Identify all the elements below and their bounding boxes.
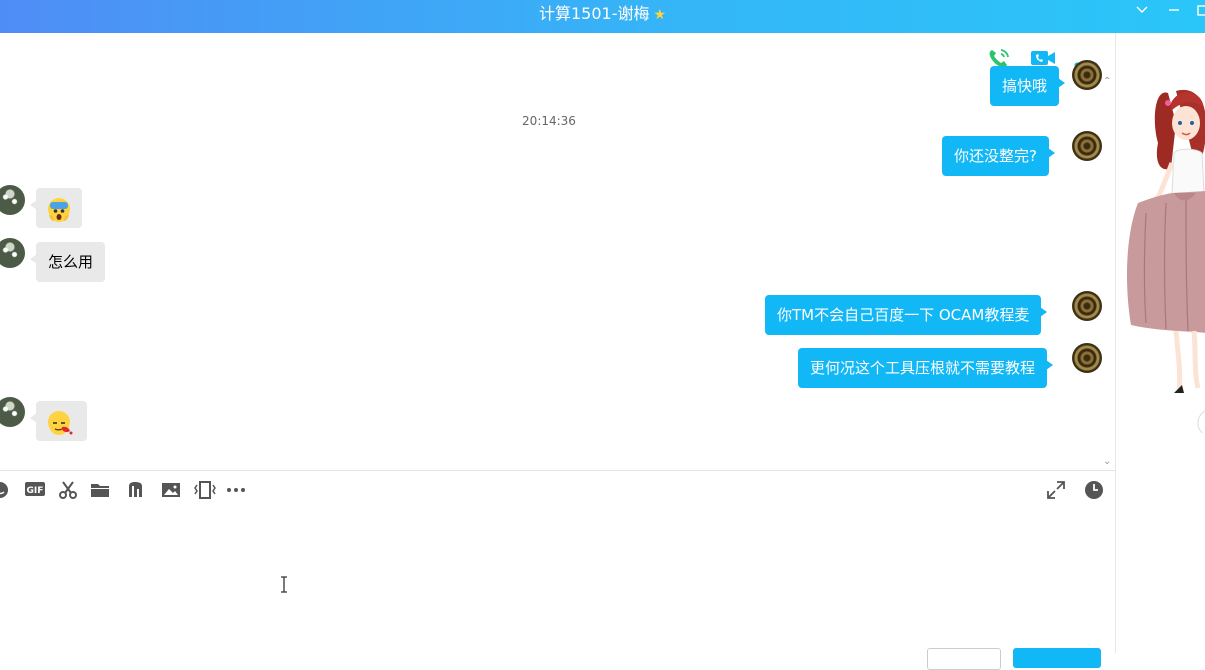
avatar[interactable] — [1072, 291, 1102, 321]
message-text: 你还没整完? — [954, 147, 1037, 165]
star-icon: ★ — [653, 7, 667, 23]
message-bubble-sent[interactable]: 更何况这个工具压根就不需要教程 — [798, 348, 1054, 388]
message-bubble-received[interactable]: 怎么用 — [29, 242, 106, 282]
minimize-icon[interactable] — [1168, 4, 1180, 20]
message-text: 更何况这个工具压根就不需要教程 — [810, 359, 1036, 377]
nosebleed-emoji — [48, 410, 73, 435]
message-bubble-sent[interactable]: 搞快哦 — [990, 66, 1066, 106]
expand-icon[interactable] — [1046, 480, 1066, 500]
right-side-panel — [1115, 33, 1205, 653]
avatar[interactable] — [1072, 343, 1102, 373]
gif-label: GIF — [27, 486, 44, 496]
avatar[interactable] — [0, 238, 25, 268]
title-bar: 计算1501-谢梅 ★ — [0, 0, 1205, 33]
message-input[interactable] — [0, 502, 1115, 653]
history-clock-icon[interactable] — [1084, 480, 1104, 500]
scissors-icon[interactable] — [58, 480, 78, 500]
more-icon[interactable] — [226, 480, 246, 500]
emoji-icon[interactable] — [0, 480, 10, 500]
message-text: 你TM不会自己百度一下 OCAM教程麦 — [777, 306, 1030, 324]
message-bubble-received[interactable] — [30, 188, 82, 228]
contact-name: 计算1501-谢梅 — [538, 4, 650, 23]
message-text: 搞快哦 — [1002, 77, 1048, 95]
chevron-down-icon[interactable] — [1136, 4, 1148, 20]
message-timestamp: 20:14:36 — [522, 114, 576, 128]
input-divider — [0, 470, 1115, 471]
window-title: 计算1501-谢梅 ★ — [0, 0, 1205, 30]
shake-window-icon[interactable] — [194, 480, 216, 500]
avatar[interactable] — [1072, 60, 1102, 90]
character-show-image — [1127, 89, 1205, 436]
maximize-icon[interactable] — [1197, 4, 1205, 20]
message-text: 怎么用 — [48, 253, 94, 271]
image-icon[interactable] — [161, 480, 181, 500]
scroll-down-icon[interactable]: ⌄ — [1103, 456, 1111, 467]
scroll-up-icon[interactable]: ⌃ — [1103, 76, 1111, 87]
scream-emoji — [48, 197, 70, 222]
send-button[interactable] — [1013, 648, 1101, 668]
message-bubble-sent[interactable]: 你TM不会自己百度一下 OCAM教程麦 — [765, 295, 1048, 335]
avatar[interactable] — [0, 397, 25, 427]
avatar[interactable] — [0, 185, 25, 215]
text-cursor-icon — [279, 576, 289, 593]
folder-icon[interactable] — [90, 480, 110, 500]
avatar[interactable] — [1072, 131, 1102, 161]
message-bubble-received[interactable] — [30, 401, 87, 441]
gif-icon[interactable]: GIF — [24, 480, 46, 500]
music-icon[interactable] — [125, 480, 145, 500]
close-button[interactable] — [927, 648, 1001, 670]
message-bubble-sent[interactable]: 你还没整完? — [942, 136, 1055, 176]
